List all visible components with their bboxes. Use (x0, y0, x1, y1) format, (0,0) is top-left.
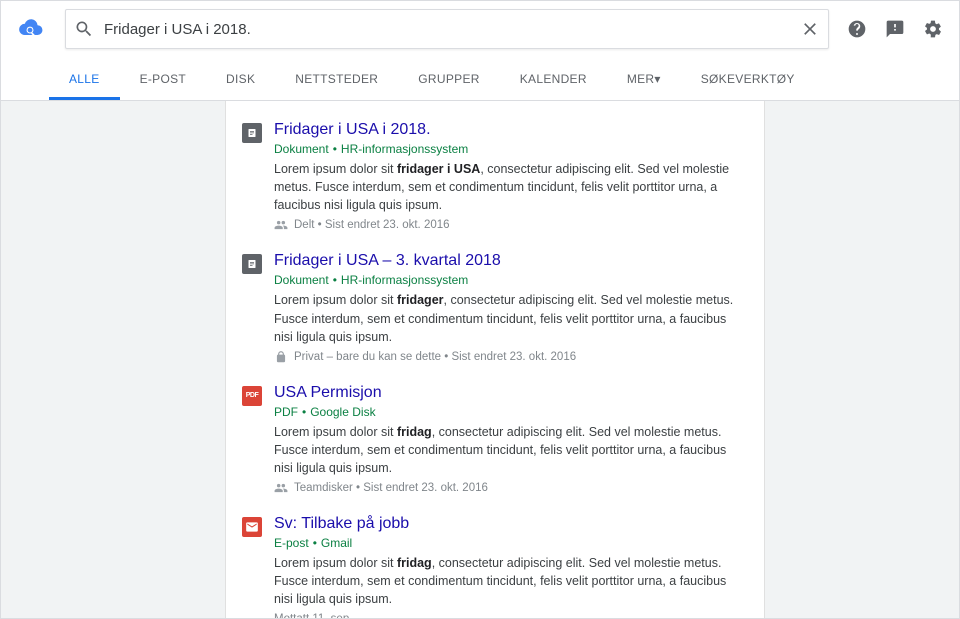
tab-grupper[interactable]: GRUPPER (398, 57, 499, 100)
result-snippet: Lorem ipsum dolor sit fridager, consecte… (274, 291, 748, 345)
body: Fridager i USA i 2018. Dokument•HR-inform… (1, 101, 959, 618)
feedback-icon[interactable] (885, 19, 905, 39)
tab-alle[interactable]: ALLE (49, 57, 120, 100)
shared-icon (274, 481, 288, 495)
help-icon[interactable] (847, 19, 867, 39)
cloud-search-logo (17, 16, 65, 42)
tab-nettsteder[interactable]: NETTSTEDER (275, 57, 398, 100)
search-box[interactable] (65, 9, 829, 49)
result-snippet: Lorem ipsum dolor sit fridag, consectetu… (274, 423, 748, 477)
tab-e-post[interactable]: E-POST (120, 57, 206, 100)
result-title[interactable]: USA Permisjon (274, 384, 748, 402)
clear-icon[interactable] (800, 19, 820, 39)
result-status: Privat – bare du kan se dette • Sist end… (274, 350, 748, 364)
result-status: Teamdisker • Sist endret 23. okt. 2016 (274, 481, 748, 495)
result-title[interactable]: Fridager i USA – 3. kvartal 2018 (274, 252, 748, 270)
result-item: Fridager i USA – 3. kvartal 2018 Dokument… (242, 252, 748, 363)
search-input[interactable] (104, 21, 800, 38)
pdf-icon: PDF (242, 386, 262, 406)
result-status: Mottatt 11. sep. (274, 613, 748, 619)
result-title[interactable]: Sv: Tilbake på jobb (274, 515, 748, 533)
result-meta: Dokument•HR-informasjonssystem (274, 142, 748, 156)
tab-mer[interactable]: MER ▾ (607, 57, 681, 100)
tab-kalender[interactable]: KALENDER (500, 57, 607, 100)
result-snippet: Lorem ipsum dolor sit fridag, consectetu… (274, 554, 748, 608)
tab-disk[interactable]: DISK (206, 57, 275, 100)
header-actions (829, 19, 943, 39)
lock-icon (274, 350, 288, 364)
doc-icon (242, 254, 262, 274)
result-meta: Dokument•HR-informasjonssystem (274, 273, 748, 287)
tabs: ALLEE-POSTDISKNETTSTEDERGRUPPERKALENDERM… (1, 57, 959, 101)
search-icon (74, 19, 94, 39)
result-item: PDF USA Permisjon PDF•Google Disk Lorem ips… (242, 384, 748, 495)
tab-søkeverktøy[interactable]: SØKEVERKTØY (681, 57, 815, 100)
results-panel: Fridager i USA i 2018. Dokument•HR-inform… (225, 101, 765, 618)
result-snippet: Lorem ipsum dolor sit fridager i USA, co… (274, 160, 748, 214)
result-item: Fridager i USA i 2018. Dokument•HR-inform… (242, 121, 748, 232)
result-title[interactable]: Fridager i USA i 2018. (274, 121, 748, 139)
shared-icon (274, 218, 288, 232)
header (1, 1, 959, 57)
app-window: ALLEE-POSTDISKNETTSTEDERGRUPPERKALENDERM… (0, 0, 960, 619)
result-item: Sv: Tilbake på jobb E-post•Gmail Lorem ips… (242, 515, 748, 618)
settings-icon[interactable] (923, 19, 943, 39)
chevron-down-icon: ▾ (654, 72, 660, 86)
result-status: Delt • Sist endret 23. okt. 2016 (274, 218, 748, 232)
mail-icon (242, 517, 262, 537)
result-meta: E-post•Gmail (274, 536, 748, 550)
result-meta: PDF•Google Disk (274, 405, 748, 419)
doc-icon (242, 123, 262, 143)
